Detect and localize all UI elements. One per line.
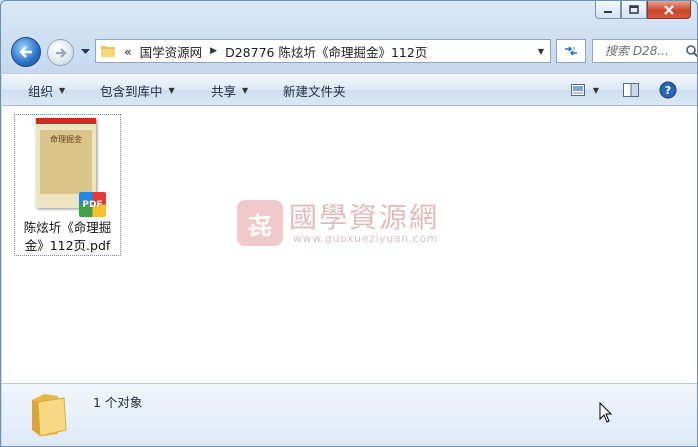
refresh-button[interactable] [556,39,586,63]
chevron-down-icon[interactable]: ▼ [593,86,599,95]
change-view-button[interactable]: ▼ [568,81,602,99]
folder-icon [101,46,115,57]
address-overflow-button[interactable]: « [116,40,136,62]
item-count: 1 个对象 [93,395,143,410]
back-button[interactable] [11,37,41,67]
maximize-button[interactable] [621,1,647,19]
pdf-badge-icon: PDF [79,192,106,217]
caption-buttons [595,1,691,19]
command-bar: 组织 ▼ 包含到库中 ▼ 共享 ▼ 新建文件夹 ▼ ? [2,73,697,106]
file-item-pdf[interactable]: 命理掘金 PDF 陈炫圻《命理掘 金》112页.pdf [14,114,121,256]
search-icon[interactable] [685,44,697,58]
new-folder-button[interactable]: 新建文件夹 [283,74,346,106]
maximize-icon [629,5,639,14]
watermark: 㐂 國學資源網 www.guoxueziyuan.com [237,198,467,250]
close-icon [664,4,674,15]
preview-pane-button[interactable] [622,81,640,99]
share-label: 共享 [211,83,237,99]
include-in-library-menu[interactable]: 包含到库中 ▼ [100,74,175,106]
new-folder-label: 新建文件夹 [283,83,346,99]
back-arrow-icon [19,46,32,58]
refresh-icon [565,46,577,56]
close-button[interactable] [647,1,691,19]
chevron-down-icon: ▼ [59,85,66,95]
minimize-button[interactable] [595,1,621,19]
svg-text:?: ? [665,84,671,97]
address-history-dropdown[interactable]: ▼ [532,40,550,62]
preview-pane-icon [623,83,639,97]
thumbnail-title: 命理掘金 [50,135,82,144]
share-menu[interactable]: 共享 ▼ [211,74,248,106]
recent-pages-button[interactable] [79,44,91,60]
organize-menu[interactable]: 组织 ▼ [28,74,65,106]
mouse-cursor-icon [599,402,613,423]
file-name-line-2: 金》112页.pdf [24,238,111,253]
search-box[interactable] [592,39,697,63]
watermark-logo: 㐂 [237,200,283,246]
chevron-down-icon: ▼ [168,85,175,95]
address-bar[interactable]: « 国学资源网 ▶ D28776 陈炫圻《命理掘金》112页 ▼ [95,39,551,63]
breadcrumb-separator-icon[interactable]: ▶ [206,46,221,56]
thumbnail-top-bar [36,118,96,124]
forward-button[interactable] [47,39,74,66]
navigation-bar: « 国学资源网 ▶ D28776 陈炫圻《命理掘金》112页 ▼ [10,36,697,67]
explorer-window: « 国学资源网 ▶ D28776 陈炫圻《命理掘金》112页 ▼ 组织 ▼ 包含到… [0,0,698,447]
watermark-text: 國學資源網 [289,201,440,234]
folder-large-icon [32,394,67,437]
help-icon: ? [659,81,677,99]
file-name-line-1: 陈炫圻《命理掘 [23,220,112,235]
file-list-area[interactable]: 命理掘金 PDF 陈炫圻《命理掘 金》112页.pdf 㐂 國學資源網 www.… [2,106,697,383]
view-icon [570,84,585,96]
file-name[interactable]: 陈炫圻《命理掘 金》112页.pdf [15,219,120,255]
search-input[interactable] [605,44,685,58]
watermark-url: www.guoxueziyuan.com [293,232,439,245]
include-in-library-label: 包含到库中 [100,83,163,99]
chevron-down-icon: ▼ [242,85,249,95]
organize-label: 组织 [28,83,54,99]
details-pane: 1 个对象 [2,383,697,446]
forward-arrow-icon [55,47,67,58]
chevron-down-icon [80,49,90,54]
breadcrumb-current-folder[interactable]: D28776 陈炫圻《命理掘金》112页 [221,40,431,62]
help-button[interactable]: ? [659,81,677,99]
pdf-badge-label: PDF [82,199,103,210]
breadcrumb-guoxue[interactable]: 国学资源网 [136,40,207,62]
minimize-icon [604,10,612,13]
